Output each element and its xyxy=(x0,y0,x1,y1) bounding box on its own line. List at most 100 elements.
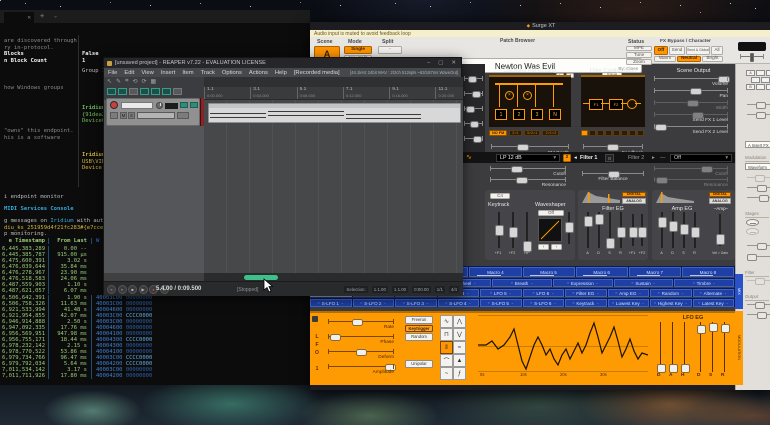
monitor-button[interactable] xyxy=(177,112,189,119)
project-settings-icon[interactable]: ▦ xyxy=(151,78,157,85)
lfo-waveform-button[interactable]: ▲ xyxy=(453,354,466,367)
lfo-deform-slider[interactable] xyxy=(328,351,394,352)
aeg-attack-slider[interactable] xyxy=(661,212,663,248)
lfo-indicator-button[interactable] xyxy=(312,316,318,322)
filter-config-option[interactable] xyxy=(613,130,620,136)
filter2-next-icon[interactable]: ▸ xyxy=(652,155,655,161)
mixer-slider-handle[interactable] xyxy=(470,121,479,129)
lock-toggle-icon[interactable] xyxy=(173,88,182,95)
mod-source-cell[interactable]: ≡S-LFO 5⌄ xyxy=(480,299,523,307)
horizontal-scrollbar[interactable] xyxy=(204,273,463,281)
mix-tab[interactable]: MIX xyxy=(735,274,743,309)
pencil-tool-icon[interactable]: ✎ xyxy=(116,78,121,85)
aeg-decay-slider[interactable] xyxy=(672,212,674,248)
vel-gain-slider[interactable] xyxy=(719,214,721,246)
fx-bypass-off-button[interactable]: Off xyxy=(654,46,668,55)
fx-slot-a[interactable]: A xyxy=(746,70,755,76)
lfo-phase-slider[interactable] xyxy=(328,336,394,337)
lfo-eg-attack-slider[interactable] xyxy=(672,322,673,372)
waveshaper-drive-slider[interactable] xyxy=(568,212,570,244)
fx-insert-dropdown[interactable]: A Insert FX xyxy=(745,141,770,148)
filter-config-option[interactable] xyxy=(605,130,612,136)
keytrack-hp-slider[interactable] xyxy=(526,212,528,248)
mod-source-cell[interactable]: ≡Breath⌄ xyxy=(492,279,553,287)
menu-item[interactable]: [Recorded media] xyxy=(294,70,340,76)
redo-icon[interactable]: ⟳ xyxy=(141,78,146,85)
menu-item[interactable]: Help xyxy=(275,70,287,76)
fx-bypass-sendglobal-button[interactable]: Send & Global xyxy=(686,46,710,55)
fm-routing-option[interactable]: 3>2>1 xyxy=(524,130,541,136)
menu-item[interactable]: Actions xyxy=(249,70,268,76)
mod-source-cell[interactable]: ≡LFO 5⌄ xyxy=(480,289,523,297)
fx-slot-b[interactable]: B xyxy=(746,84,755,90)
mode-single-button[interactable]: Single xyxy=(344,46,372,54)
aeg-sustain-slider[interactable] xyxy=(683,212,685,248)
mod-source-cell[interactable]: ≡Expression⌄ xyxy=(553,279,614,287)
fx-param-slider[interactable] xyxy=(747,280,770,281)
envelope-toggle-icon[interactable] xyxy=(107,88,116,95)
fx-return-slider[interactable] xyxy=(747,114,770,115)
modulation-tab[interactable]: MODULATION xyxy=(735,311,743,385)
fx-param-slider[interactable] xyxy=(747,245,770,246)
envelope-toggle-icon[interactable] xyxy=(140,88,149,95)
lfo-waveform-button[interactable]: ~ xyxy=(440,367,453,380)
width-slider[interactable] xyxy=(654,102,728,103)
pointer-tool-icon[interactable]: ↖ xyxy=(107,78,112,85)
mixer-slider-handle[interactable] xyxy=(473,136,482,144)
fx-param-slider[interactable] xyxy=(747,256,770,257)
lfo-waveform-button[interactable]: ⋀ xyxy=(453,315,466,328)
timeline-ruler[interactable]: 1.10:00.000 3.10:04.000 5.10:08.000 7.10… xyxy=(204,87,463,100)
status-toggle-button[interactable]: Zoom xyxy=(626,59,652,65)
filter-config-option[interactable] xyxy=(637,130,644,136)
chevron-down-icon[interactable]: ⌄ xyxy=(54,13,57,19)
fx-stepper[interactable] xyxy=(746,228,759,235)
fm-routing-display[interactable]: × × 1 2 3 N xyxy=(489,75,571,127)
status-toggle-button[interactable]: Tune xyxy=(626,52,652,58)
mod-source-cell[interactable]: ≡S-LFO 1⌄ xyxy=(310,299,353,307)
track-name-input[interactable] xyxy=(121,102,153,109)
filter-config-option[interactable] xyxy=(581,130,588,136)
track-1-panel[interactable]: M S xyxy=(106,98,200,126)
fx-param-slider[interactable] xyxy=(747,304,770,305)
mod-source-cell[interactable]: ≡Highest Key⌄ xyxy=(650,299,693,307)
lfo-eg-release-slider[interactable] xyxy=(724,322,725,372)
lfo-waveform-button[interactable]: ≈ xyxy=(453,341,466,354)
grid-icon[interactable]: ⌗ xyxy=(125,78,128,85)
record-arm-button[interactable] xyxy=(110,101,118,109)
selection-end[interactable]: 1.1.00 xyxy=(392,286,408,293)
macro-cell[interactable]: Macro 6 xyxy=(576,267,629,277)
transport-button[interactable]: ▶ xyxy=(139,285,148,294)
mod-source-cell[interactable]: ≡Sustain⌄ xyxy=(614,279,675,287)
mod-source-cell[interactable]: ≡Filter EG⌄ xyxy=(565,289,608,297)
macro-cell[interactable]: Macro 5 xyxy=(523,267,576,277)
solo-button[interactable]: S xyxy=(128,112,135,119)
send-fx1-slider[interactable] xyxy=(654,114,728,115)
lfo-waveform-button[interactable]: ∿ xyxy=(440,315,453,328)
menu-item[interactable]: File xyxy=(108,70,117,76)
mod-source-cell[interactable]: ≡Alternate⌄ xyxy=(693,289,736,297)
macro-cell[interactable]: Macro 8 xyxy=(682,267,735,277)
filter-config-option[interactable] xyxy=(621,130,628,136)
filter-eg-analog-button[interactable]: ANALOG xyxy=(622,198,646,204)
lfo-waveform-button[interactable]: ƒ xyxy=(453,367,466,380)
mod-source-cell[interactable]: ≡Latest Key⌄ xyxy=(693,299,736,307)
menu-item[interactable]: Edit xyxy=(124,70,134,76)
mod-source-cell[interactable]: ≡S-LFO 2⌄ xyxy=(353,299,396,307)
waveshaper-next-button[interactable]: › xyxy=(551,244,562,250)
mute-button[interactable]: M xyxy=(120,112,127,119)
lfo-eg-sustain-slider[interactable] xyxy=(712,322,713,372)
lfo-eg-decay-slider[interactable] xyxy=(700,322,701,372)
terminal-tab[interactable]: ✕ xyxy=(4,12,34,23)
mod-source-cell[interactable]: ≡Random⌄ xyxy=(650,289,693,297)
fx-slot[interactable] xyxy=(756,70,765,76)
send-fx2-slider[interactable] xyxy=(654,126,728,127)
close-icon[interactable]: ✕ xyxy=(27,14,31,21)
fx-chip[interactable] xyxy=(190,102,198,108)
fx-param-slider[interactable] xyxy=(747,187,770,188)
waveshaper-prev-button[interactable]: ‹ xyxy=(538,244,549,250)
lfo-waveform-button[interactable]: ʬ xyxy=(440,341,453,354)
feedback-slider[interactable] xyxy=(583,146,643,147)
mod-source-cell[interactable]: ≡Amp EG⌄ xyxy=(608,289,651,297)
envelope-toggle-icon[interactable] xyxy=(162,88,171,95)
transport-button[interactable]: « xyxy=(107,285,116,294)
